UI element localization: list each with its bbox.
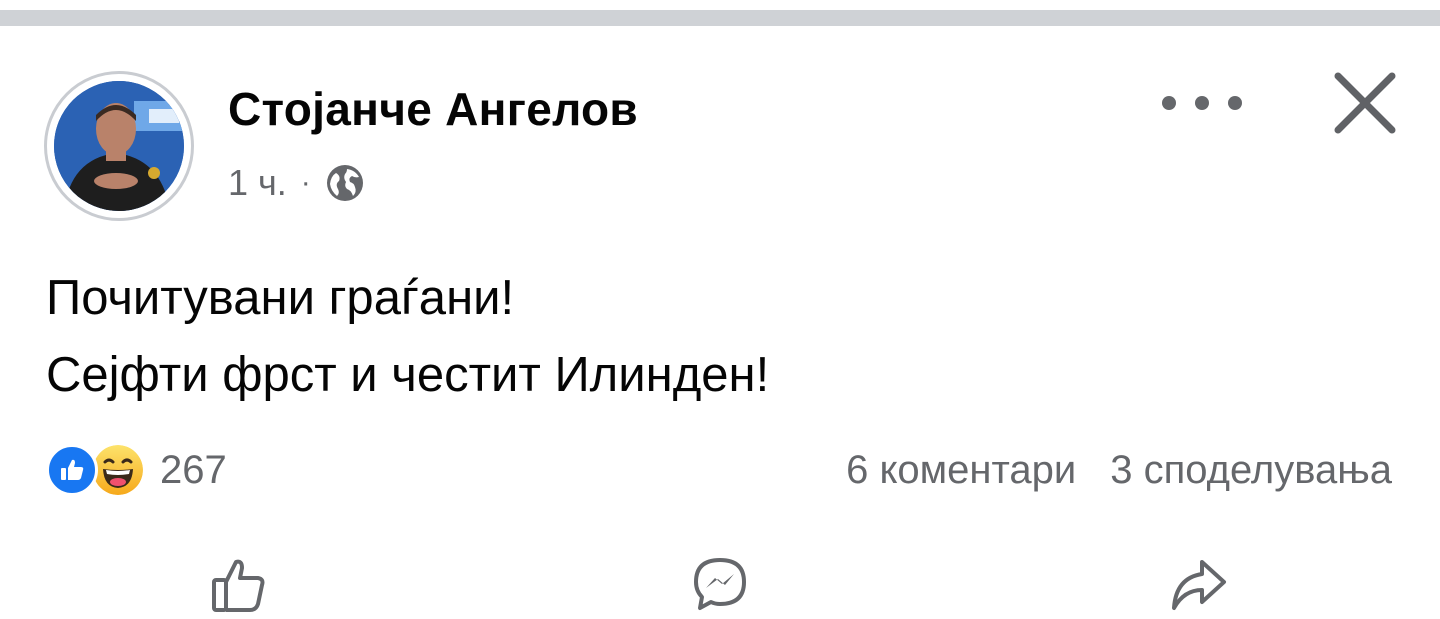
post-card: Стојанче Ангелов 1 ч. · Почитувани граѓа…	[0, 26, 1440, 612]
reactions-summary[interactable]: 267	[46, 442, 227, 498]
post-text-line: Сејфти фрст и честит Илинден!	[46, 348, 770, 402]
more-options-button[interactable]	[1162, 88, 1242, 118]
avatar[interactable]	[44, 71, 194, 221]
author-name[interactable]: Стојанче Ангелов	[228, 82, 638, 136]
more-horizontal-icon	[1162, 96, 1176, 110]
post-text-line: Почитувани граѓани!	[46, 271, 515, 325]
post-meta: 1 ч. ·	[228, 162, 365, 204]
more-horizontal-icon	[1195, 96, 1209, 110]
top-divider	[0, 10, 1440, 26]
more-horizontal-icon	[1228, 96, 1242, 110]
shares-count[interactable]: 3 споделувања	[1110, 448, 1392, 493]
avatar-image	[54, 81, 184, 211]
post-time[interactable]: 1 ч.	[228, 162, 287, 204]
share-button[interactable]	[1168, 554, 1228, 614]
engagement-stats: 6 коментари 3 споделувања	[846, 444, 1392, 496]
reaction-count: 267	[160, 447, 227, 492]
share-icon	[1172, 560, 1226, 610]
comment-button[interactable]	[690, 554, 750, 614]
like-icon	[212, 559, 265, 612]
post-text: Почитувани граѓани! Сејфти фрст и честит…	[46, 260, 769, 414]
messenger-icon	[694, 558, 746, 610]
haha-reaction-icon	[90, 442, 146, 498]
close-icon	[1334, 72, 1396, 134]
meta-separator: ·	[300, 166, 311, 199]
like-reaction-icon	[46, 444, 98, 496]
like-button[interactable]	[208, 554, 268, 614]
comments-count[interactable]: 6 коментари	[846, 448, 1076, 493]
close-button[interactable]	[1330, 68, 1400, 138]
globe-icon[interactable]	[325, 163, 365, 203]
